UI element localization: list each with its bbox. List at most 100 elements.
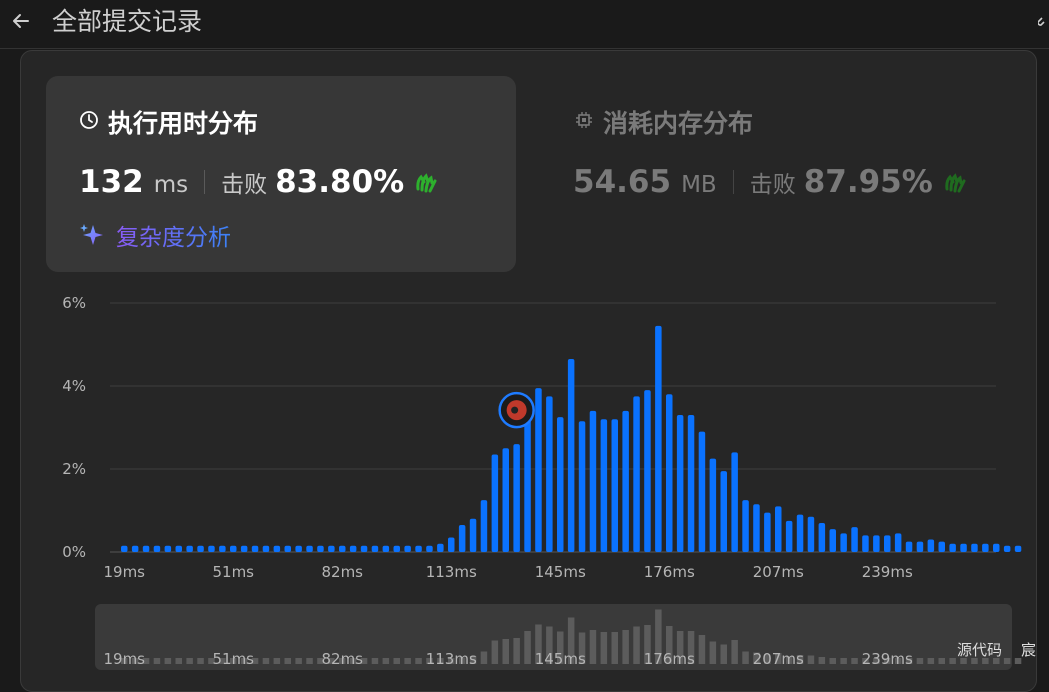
chart-bar[interactable] <box>698 431 706 552</box>
chart-bar[interactable] <box>905 541 913 552</box>
chart-bar[interactable] <box>164 545 172 552</box>
chart-bar[interactable] <box>415 545 422 552</box>
x-tick-label: 145ms <box>535 563 586 581</box>
chart-bar[interactable] <box>764 512 771 552</box>
chart-bar[interactable] <box>426 545 433 552</box>
chart-bar[interactable] <box>393 545 401 552</box>
chart-bar[interactable] <box>142 545 150 552</box>
chart-bar[interactable] <box>219 545 226 552</box>
chart-bar[interactable] <box>709 458 717 552</box>
chart-bar[interactable] <box>633 396 640 552</box>
chart-bar[interactable] <box>938 541 946 552</box>
chart-bar[interactable] <box>916 541 924 552</box>
minimap-bar <box>600 632 608 664</box>
minimap-bar <box>393 658 400 664</box>
chart-bar[interactable] <box>862 535 869 552</box>
user-avatar[interactable]: 宸 <box>1021 639 1036 660</box>
chart-bar[interactable] <box>448 537 455 552</box>
chart-bar[interactable] <box>491 454 499 552</box>
chart-bar[interactable] <box>480 500 488 552</box>
chart-bar[interactable] <box>382 545 390 552</box>
minimap-bar <box>1003 658 1011 664</box>
chart-bar[interactable] <box>502 448 510 552</box>
chart-bar[interactable] <box>208 545 215 552</box>
chart-bar[interactable] <box>437 543 444 552</box>
chart-bar[interactable] <box>851 527 858 552</box>
chart-bar[interactable] <box>971 543 978 552</box>
chart-bar[interactable] <box>557 417 564 552</box>
chart-bar[interactable] <box>186 545 193 552</box>
chart-bar[interactable] <box>295 545 302 552</box>
minimap-bar <box>262 658 270 664</box>
chart-bar[interactable] <box>175 545 183 552</box>
chart-bar[interactable] <box>371 545 379 552</box>
chart-bar[interactable] <box>873 535 880 552</box>
chart-bar[interactable] <box>720 471 728 552</box>
minimap-bar <box>698 635 706 664</box>
chart-bar[interactable] <box>131 545 139 552</box>
chart-bar[interactable] <box>567 359 575 552</box>
minimap-bar <box>589 630 597 664</box>
minimap-bar <box>742 651 749 664</box>
chart-bar[interactable] <box>469 518 477 552</box>
chart-bar[interactable] <box>535 388 542 552</box>
chart-bar[interactable] <box>622 410 629 552</box>
minimap-x-tick-label: 113ms <box>426 650 477 668</box>
chart-bar[interactable] <box>284 545 292 552</box>
chart-bar[interactable] <box>785 520 793 552</box>
minimap-bar <box>273 658 281 664</box>
chart-bar[interactable] <box>949 543 956 552</box>
chart-bar[interactable] <box>666 394 673 552</box>
chart-bar[interactable] <box>655 325 662 552</box>
chart-bar[interactable] <box>328 545 335 552</box>
chart-bar[interactable] <box>894 533 902 552</box>
chart-bar[interactable] <box>742 500 749 552</box>
chart-bar[interactable] <box>753 504 760 552</box>
chart-bar[interactable] <box>197 545 204 552</box>
x-tick-label: 207ms <box>753 563 804 581</box>
chart-bar[interactable] <box>404 545 411 552</box>
chart-bar[interactable] <box>1003 545 1011 552</box>
chart-bar[interactable] <box>317 545 324 552</box>
chart-bar[interactable] <box>546 396 553 552</box>
chart-bar[interactable] <box>240 545 248 552</box>
chart-bar[interactable] <box>1014 545 1022 552</box>
minimap-bar <box>720 644 727 664</box>
chart-bar[interactable] <box>993 543 1000 552</box>
chart-bar[interactable] <box>731 452 738 552</box>
chart-bar[interactable] <box>524 415 531 552</box>
chart-bar[interactable] <box>349 545 357 552</box>
chart-bar[interactable] <box>676 415 684 552</box>
chart-bar[interactable] <box>458 525 466 552</box>
chart-bar[interactable] <box>251 545 259 552</box>
chart-bar[interactable] <box>644 390 651 552</box>
chart-bar[interactable] <box>775 506 782 552</box>
chart-bar[interactable] <box>121 545 128 552</box>
chart-bar[interactable] <box>339 545 346 552</box>
chart-bar[interactable] <box>513 444 520 552</box>
chart-bar[interactable] <box>982 543 989 552</box>
chart-bar[interactable] <box>927 539 935 552</box>
source-code-link[interactable]: 源代码 <box>957 639 1002 660</box>
chart-bar[interactable] <box>600 419 608 552</box>
chart-bar[interactable] <box>796 514 804 552</box>
chart-bar[interactable] <box>818 522 826 552</box>
chart-bar[interactable] <box>153 545 161 552</box>
chart-bar[interactable] <box>578 421 586 552</box>
chart-bar[interactable] <box>884 535 891 552</box>
chart-bar[interactable] <box>306 545 313 552</box>
chart-bar[interactable] <box>589 410 597 552</box>
chart-bar[interactable] <box>273 545 281 552</box>
chart-bar[interactable] <box>360 545 368 552</box>
chart-bar[interactable] <box>687 415 695 552</box>
minimap-bar <box>807 655 815 664</box>
chart-bar[interactable] <box>611 419 619 552</box>
chart-bar[interactable] <box>807 516 815 552</box>
runtime-distribution-chart: 0% 2% 4% 6% 19ms 51ms 82ms 113ms 145ms 176ms 207m… <box>62 294 1022 668</box>
chart-bar[interactable] <box>829 529 837 552</box>
minimap-bar <box>371 658 379 664</box>
chart-bar[interactable] <box>230 545 237 552</box>
chart-bar[interactable] <box>262 545 270 552</box>
chart-bar[interactable] <box>960 543 967 552</box>
chart-bar[interactable] <box>840 533 847 552</box>
